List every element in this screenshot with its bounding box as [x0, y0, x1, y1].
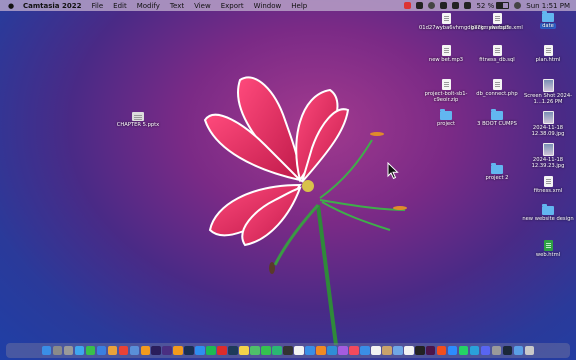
folder-icon — [542, 204, 554, 215]
after-effects-icon[interactable] — [162, 345, 172, 356]
mouse-pointer-icon — [387, 162, 399, 180]
github-icon[interactable] — [415, 345, 425, 356]
messages-icon[interactable] — [85, 345, 95, 356]
desktop-item-web-html[interactable]: web.html — [521, 240, 575, 258]
safari-icon[interactable] — [74, 345, 84, 356]
audio-file-icon — [441, 13, 451, 24]
folder-icon — [542, 11, 554, 22]
desktop-item-fitness-db[interactable]: fitness_db.sql — [470, 45, 524, 63]
audition-icon[interactable] — [228, 345, 238, 356]
reminders-icon[interactable] — [371, 345, 381, 356]
finder-icon[interactable] — [41, 345, 52, 356]
podcasts-icon[interactable] — [338, 345, 348, 356]
folder-icon — [491, 109, 503, 120]
discord-icon[interactable] — [481, 345, 491, 356]
figma-icon[interactable] — [437, 345, 447, 356]
image-file-icon — [542, 111, 554, 124]
launchpad-icon[interactable] — [52, 345, 63, 356]
sql-file-icon — [492, 45, 502, 56]
settings-icon[interactable] — [63, 345, 73, 356]
desktop-item-image-2[interactable]: 2024-11-18 12.39.23.jpg — [521, 143, 575, 169]
xcode-icon[interactable] — [305, 345, 315, 356]
desktop-item-new-bet[interactable]: new bet.mp3 — [419, 45, 473, 63]
desktop-item-project-folder[interactable]: project — [419, 109, 473, 127]
desktop-item-backmywebsite[interactable]: backmywebsite.xml — [470, 13, 524, 31]
premiere-icon[interactable] — [151, 345, 161, 356]
photoshop-alt-icon[interactable] — [195, 345, 205, 356]
calendar-icon[interactable] — [294, 345, 304, 356]
desktop-item-project-zip[interactable]: project-bolt-sb1-c9eoir.zip — [419, 79, 473, 103]
slack-icon[interactable] — [426, 345, 436, 356]
desktop-item-new-website-design[interactable]: new website design — [521, 204, 575, 222]
mail-icon[interactable] — [96, 345, 106, 356]
desktop-item-image-1[interactable]: 2024-11-18 12.38.09.jpg — [521, 111, 575, 137]
audio-file-icon — [441, 45, 451, 56]
app-store-icon[interactable] — [360, 345, 370, 356]
desktop-item-fitness-xml[interactable]: fitness.xml — [521, 176, 575, 194]
music-icon[interactable] — [349, 345, 359, 356]
dock — [6, 343, 570, 358]
vscode-icon[interactable] — [327, 345, 337, 356]
desktop-item-audio-file[interactable]: 01d27wyba6vhmgdg77g...als.mp3 — [419, 13, 509, 31]
desktop-item-chapter-5[interactable]: CHAPTER 5.pptx — [111, 112, 165, 128]
zip-file-icon — [441, 79, 451, 90]
html-file-icon — [543, 45, 553, 56]
desktop-item-db-connect[interactable]: db_connect.php — [470, 79, 524, 97]
zoom-icon[interactable] — [448, 345, 458, 356]
preview-icon[interactable] — [393, 345, 403, 356]
xml-file-icon — [543, 176, 553, 187]
desktop-item-date-folder[interactable]: date — [521, 11, 575, 29]
illustrator-icon[interactable] — [140, 345, 150, 356]
steam-icon[interactable] — [502, 345, 513, 356]
desktop-item-screenshot[interactable]: Screen Shot 2024-1...1.26 PM — [521, 79, 575, 105]
contacts-icon[interactable] — [382, 345, 392, 356]
utility-icon[interactable] — [492, 345, 502, 356]
telegram-icon[interactable] — [470, 345, 480, 356]
pptx-file-icon — [132, 112, 144, 121]
notes-icon[interactable] — [239, 345, 249, 356]
maps-icon[interactable] — [250, 345, 260, 356]
photoshop-icon[interactable] — [184, 345, 194, 356]
acrobat-icon[interactable] — [217, 345, 227, 356]
xml-file-icon — [492, 13, 502, 24]
trash-icon[interactable] — [524, 345, 535, 356]
image-file-icon — [542, 143, 554, 156]
html-file-icon — [543, 240, 553, 251]
desktop-item-boot-cumps[interactable]: 3 BOOT CUMPS — [470, 109, 524, 127]
finder-alt-icon[interactable] — [129, 345, 139, 356]
notion-icon[interactable] — [404, 345, 414, 356]
chrome-icon[interactable] — [118, 345, 128, 356]
books-icon[interactable] — [316, 345, 326, 356]
screenshot-icon — [542, 79, 554, 92]
folder-icon — [440, 109, 452, 120]
desktop-item-plan-html[interactable]: plan.html — [521, 45, 575, 63]
folder-icon — [491, 163, 503, 174]
php-file-icon — [492, 79, 502, 90]
camtasia-icon[interactable] — [272, 345, 282, 356]
facetime-icon[interactable] — [261, 345, 271, 356]
terminal-icon[interactable] — [283, 345, 293, 356]
spotify-icon[interactable] — [206, 345, 216, 356]
photos-icon[interactable] — [107, 345, 117, 356]
whatsapp-icon[interactable] — [459, 345, 469, 356]
desktop-item-project-2[interactable]: project 2 — [470, 163, 524, 181]
downloads-icon[interactable] — [513, 345, 524, 356]
ai-icon[interactable] — [173, 345, 183, 356]
